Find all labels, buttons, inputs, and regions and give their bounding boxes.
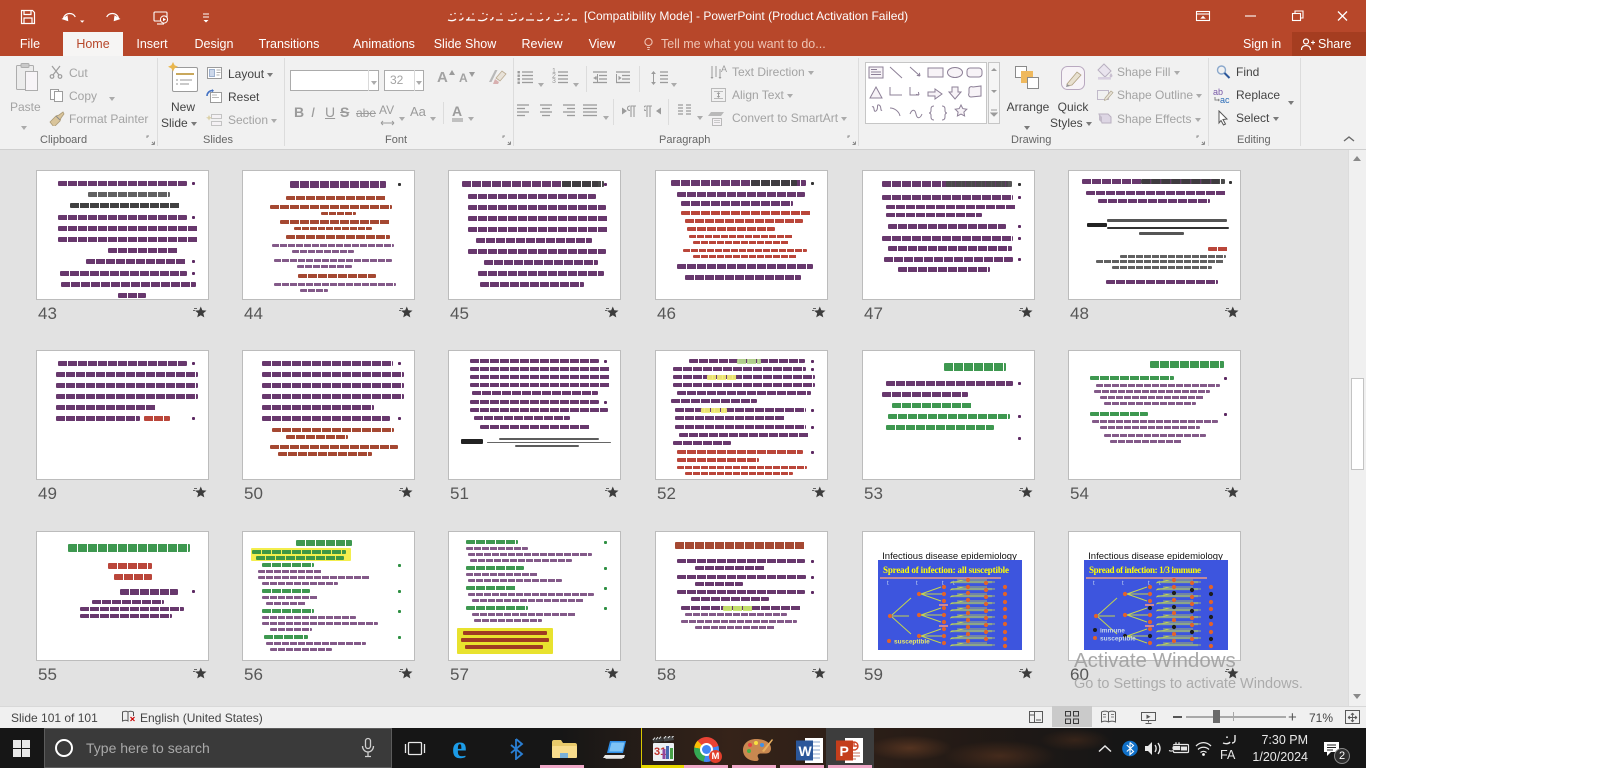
- svg-text:Spread of infection: 1/3 immun: Spread of infection: 1/3 immune: [1089, 565, 1201, 575]
- svg-text:P: P: [840, 743, 849, 759]
- svg-text:immune: immune: [1100, 628, 1125, 635]
- svg-text:A: A: [721, 64, 727, 74]
- svg-text:susceptible: susceptible: [1100, 636, 1136, 643]
- svg-text:Spread of infection: all susce: Spread of infection: all susceptible: [883, 565, 1009, 575]
- svg-text:susceptible: susceptible: [894, 639, 930, 646]
- svg-text:ac: ac: [1220, 95, 1230, 104]
- svg-text:W: W: [799, 743, 813, 759]
